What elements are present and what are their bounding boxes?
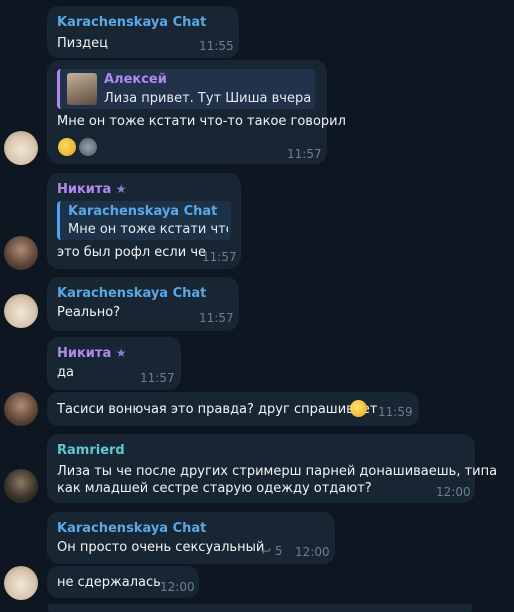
- message-text: не сдержалась: [57, 575, 161, 590]
- avatar-nikita[interactable]: [4, 236, 38, 270]
- message-text: Тасиси вонючая это правда? друг спрашива…: [57, 402, 378, 417]
- message-bubble-partial[interactable]: [47, 604, 473, 612]
- message-text: это был рофл если че: [57, 245, 206, 260]
- reply-quote[interactable]: Karachenskaya Chat Мне он тоже кстати чт…: [57, 201, 231, 240]
- avatar-chihuahua[interactable]: [4, 131, 38, 165]
- replies-counter[interactable]: ↩ 5: [261, 544, 283, 558]
- sender-name-text: Никита: [57, 346, 112, 361]
- message-text: Пиздец: [57, 36, 108, 51]
- message-time: 11:57: [199, 311, 234, 325]
- sticker-emoji-reaction[interactable]: [79, 138, 97, 156]
- sender-name-text: Никита: [57, 182, 112, 197]
- message-bubble[interactable]: Karachenskaya Chat Пиздец 11:55: [47, 6, 239, 58]
- sender-name[interactable]: Karachenskaya Chat: [57, 521, 206, 536]
- reply-text: Лиза привет. Тут Шиша вчера т...: [104, 91, 312, 106]
- message-bubble[interactable]: Никита ★ Karachenskaya Chat Мне он тоже …: [47, 173, 241, 269]
- star-icon: ★: [115, 346, 127, 360]
- message-text-line-2: как младшей сестре старую одежду отдают?: [57, 481, 372, 496]
- message-time: 12:00: [295, 545, 330, 559]
- replies-count: 5: [274, 544, 283, 558]
- star-icon: ★: [115, 182, 127, 196]
- message-time: 11:57: [202, 250, 237, 264]
- reply-author: Karachenskaya Chat: [68, 204, 218, 219]
- reply-author: Алексей: [104, 72, 167, 87]
- sender-name[interactable]: Ramrierd: [57, 443, 125, 458]
- reply-quote[interactable]: Алексей Лиза привет. Тут Шиша вчера т...: [57, 69, 315, 109]
- avatar-nikita[interactable]: [4, 392, 38, 426]
- avatar-chihuahua[interactable]: [4, 294, 38, 328]
- sender-name[interactable]: Никита ★: [57, 346, 127, 361]
- sender-name[interactable]: Karachenskaya Chat: [57, 286, 206, 301]
- sender-name[interactable]: Никита ★: [57, 182, 127, 197]
- message-time: 11:55: [199, 39, 234, 53]
- avatar-ramrierd[interactable]: [4, 469, 38, 503]
- message-text: да: [57, 365, 74, 380]
- message-time: 12:00: [436, 485, 471, 499]
- reply-text: Мне он тоже кстати что...: [68, 222, 228, 237]
- message-bubble[interactable]: Karachenskaya Chat Реально? 11:57: [47, 277, 239, 331]
- message-bubble[interactable]: не сдержалась 12:00: [47, 566, 199, 598]
- message-bubble[interactable]: Алексей Лиза привет. Тут Шиша вчера т...…: [47, 60, 346, 164]
- thinking-face-emoji: [350, 400, 367, 417]
- message-text: Он просто очень сексуальный: [57, 540, 265, 555]
- message-bubble[interactable]: Никита ★ да 11:57: [47, 337, 181, 390]
- reply-arrow-icon: ↩: [261, 544, 272, 558]
- message-time: 11:59: [378, 405, 413, 419]
- grinning-face-with-sweat-reaction[interactable]: [58, 138, 76, 156]
- reply-thumbnail: [67, 73, 97, 105]
- message-time: 12:00: [160, 580, 195, 594]
- message-bubble[interactable]: Karachenskaya Chat Он просто очень сексу…: [47, 512, 335, 564]
- message-time: 11:57: [140, 371, 175, 385]
- message-text-line-1: Лиза ты че после других стримерш парней …: [57, 464, 498, 479]
- message-bubble[interactable]: Ramrierd Лиза ты че после других стример…: [47, 434, 497, 503]
- message-time: 11:57: [287, 147, 322, 161]
- avatar-chihuahua[interactable]: [4, 566, 38, 600]
- message-text: Реально?: [57, 305, 121, 320]
- message-text: Мне он тоже кстати что-то такое говорил: [57, 114, 346, 129]
- sender-name[interactable]: Karachenskaya Chat: [57, 15, 206, 30]
- message-bubble[interactable]: Тасиси вонючая это правда? друг спрашива…: [47, 392, 419, 426]
